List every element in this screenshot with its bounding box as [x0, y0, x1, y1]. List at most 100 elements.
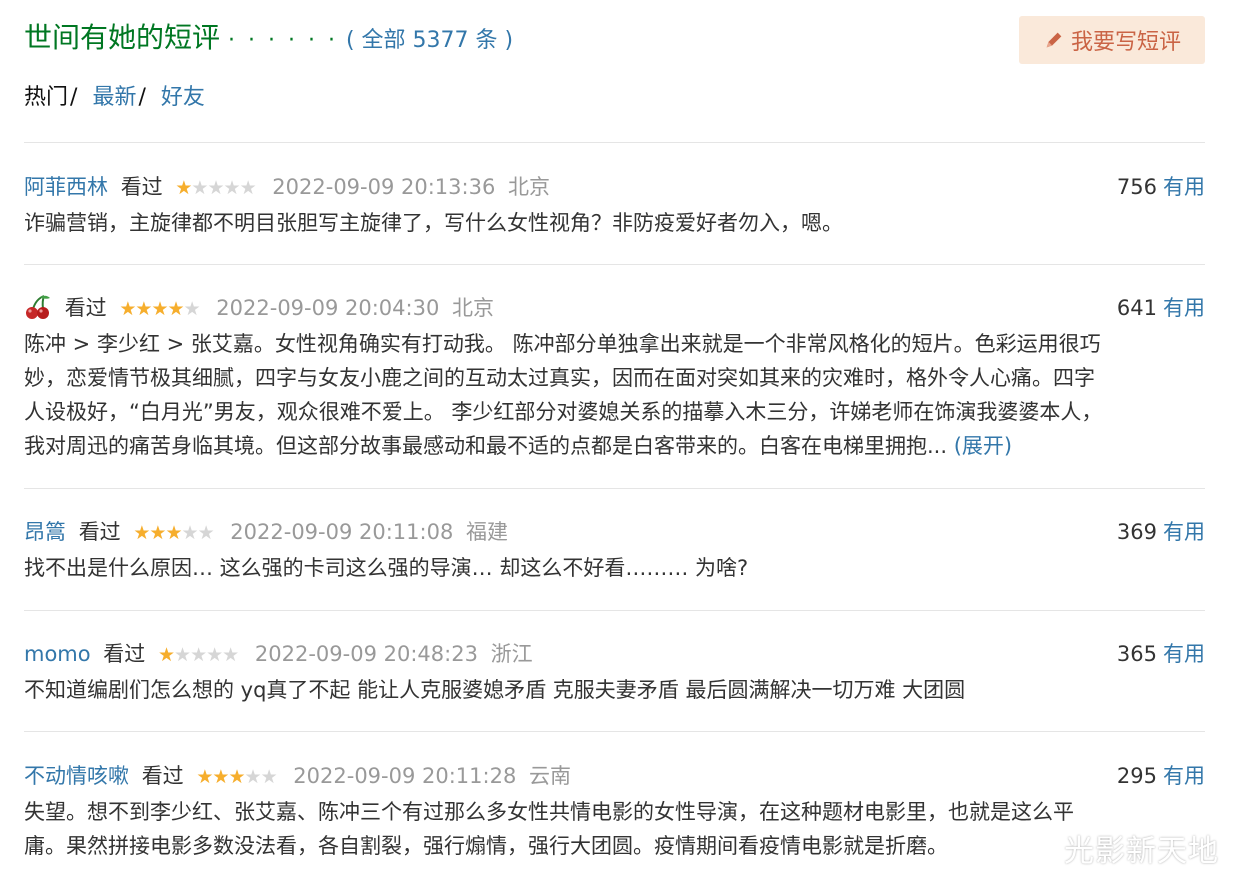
- comment-location: 浙江: [490, 642, 533, 666]
- divider: [24, 488, 1205, 489]
- vote-area: 369 有用: [1117, 515, 1205, 549]
- divider: [24, 731, 1205, 732]
- star-empty-icon: ★: [206, 644, 224, 666]
- comment-author[interactable]: 昂篙: [24, 520, 66, 544]
- rating-stars: ★★★★★: [175, 170, 256, 205]
- comment-meta: 阿菲西林 看过 ★★★★★ 2022-09-09 20:13:36 北京 756…: [24, 170, 1205, 204]
- vote-count: 365: [1116, 642, 1157, 666]
- star-empty-icon: ★: [260, 766, 278, 788]
- title-row: 世间有她的短评 · · · · · · ( 全部 5377 条 ): [24, 20, 513, 56]
- sort-tabs: 热门/ 最新/ 好友: [24, 84, 205, 112]
- star-empty-icon: ★: [197, 522, 215, 544]
- star-empty-icon: ★: [191, 177, 209, 199]
- rating-stars: ★★★★★: [133, 515, 215, 550]
- comment-text: 诈骗营销，主旋律都不明目张胆写主旋律了，写什么女性视角？非防疫爱好者勿入，嗯。: [24, 211, 843, 235]
- comment-meta: 不动情咳嗽 看过 ★★★★★ 2022-09-09 20:11:28 云南 29…: [24, 759, 1205, 793]
- vote-area: 365 有用: [1117, 637, 1205, 671]
- expand-link[interactable]: (展开): [954, 434, 1012, 458]
- star-filled-icon: ★: [157, 644, 176, 666]
- pencil-icon: [1046, 32, 1062, 48]
- comment-text: 找不出是什么原因… 这么强的卡司这么强的导演… 却这么不好看……… 为啥?: [24, 556, 749, 580]
- comment-location: 北京: [452, 296, 495, 320]
- vote-area: 756 有用: [1117, 170, 1205, 204]
- comment-text-line: 人设极好，“白月光”男友，观众很难不爱上。 李少红部分对婆媳关系的描摹入木三分，…: [24, 400, 1103, 424]
- comment-author[interactable]: 不动情咳嗽: [24, 764, 129, 788]
- comment-text-line: 我对周迅的痛苦身临其境。但这部分故事最感动和最不适的点都是白客带来的。白客在电梯…: [24, 429, 1205, 463]
- star-empty-icon: ★: [244, 766, 262, 788]
- star-empty-icon: ★: [190, 644, 208, 666]
- star-empty-icon: ★: [183, 298, 201, 320]
- comment-author[interactable]: 阿菲西林: [24, 175, 108, 199]
- total-count-link[interactable]: ( 全部 5377 条 ): [346, 22, 513, 54]
- star-empty-icon: ★: [222, 644, 240, 666]
- comment-time: 2022-09-09 20:04:30: [216, 296, 440, 320]
- comment-time: 2022-09-09 20:11:08: [230, 520, 454, 544]
- comment-time: 2022-09-09 20:13:36: [272, 175, 496, 199]
- vote-area: 295 有用: [1117, 759, 1205, 793]
- comment-location: 福建: [466, 520, 509, 544]
- comment-text: 陈冲 > 李少红 > 张艾嘉。女性视角确实有打动我。 陈冲部分单独拿出来就是一个…: [24, 327, 1205, 463]
- star-filled-icon: ★: [165, 522, 183, 544]
- comment-text-line: 失望。想不到李少红、张艾嘉、陈冲三个有过那么多女性共情电影的女性导演，在这种题材…: [24, 800, 1074, 824]
- cherry-icon[interactable]: [24, 293, 52, 321]
- vote-count: 756: [1116, 175, 1157, 199]
- divider: [24, 264, 1205, 265]
- watermark: 光影新天地: [1064, 834, 1219, 869]
- comment-text-line: 妙，恋爱情节极其细腻，四字与女友小鹿之间的互动太过真实，因而在面对突如其来的灾难…: [24, 366, 1095, 390]
- star-filled-icon: ★: [175, 177, 193, 199]
- comment-time: 2022-09-09 20:11:28: [293, 764, 517, 788]
- star-filled-icon: ★: [228, 766, 246, 788]
- watch-status: 看过: [64, 296, 107, 320]
- star-filled-icon: ★: [119, 298, 137, 320]
- comment-text-line: 陈冲 > 李少红 > 张艾嘉。女性视角确实有打动我。 陈冲部分单独拿出来就是一个…: [24, 332, 1101, 356]
- comment-author[interactable]: momo: [24, 642, 91, 666]
- watch-status: 看过: [103, 642, 146, 666]
- rating-stars: ★★★★★: [119, 291, 201, 326]
- star-filled-icon: ★: [135, 298, 153, 320]
- watch-status: 看过: [78, 520, 121, 544]
- watch-status: 看过: [120, 175, 163, 199]
- divider: [24, 142, 1205, 143]
- useful-button[interactable]: 有用: [1163, 175, 1205, 199]
- comment-meta: 看过 ★★★★★ 2022-09-09 20:04:30 北京 641 有用: [24, 291, 1205, 325]
- tab-friends[interactable]: 好友: [161, 85, 205, 110]
- star-filled-icon: ★: [212, 766, 230, 788]
- title-dots: · · · · · ·: [228, 28, 338, 53]
- comments-header: 世间有她的短评 · · · · · · ( 全部 5377 条 ) 我要写短评: [24, 0, 1205, 80]
- comment-meta: momo 看过 ★★★★★ 2022-09-09 20:48:23 浙江 365…: [24, 637, 1205, 671]
- comment-text: 失望。想不到李少红、张艾嘉、陈冲三个有过那么多女性共情电影的女性导演，在这种题材…: [24, 795, 1205, 863]
- comment-text-line-content: 我对周迅的痛苦身临其境。但这部分故事最感动和最不适的点都是白客带来的。白客在电梯…: [24, 434, 948, 458]
- vote-count: 641: [1116, 296, 1157, 320]
- star-empty-icon: ★: [223, 177, 241, 199]
- star-filled-icon: ★: [196, 766, 214, 788]
- useful-button[interactable]: 有用: [1163, 296, 1205, 320]
- useful-button[interactable]: 有用: [1163, 764, 1205, 788]
- star-filled-icon: ★: [151, 298, 169, 320]
- tab-separator: /: [70, 85, 78, 110]
- vote-count: 295: [1116, 764, 1157, 788]
- write-review-label: 我要写短评: [1070, 30, 1181, 55]
- comment-location: 云南: [529, 764, 572, 788]
- star-filled-icon: ★: [133, 522, 151, 544]
- divider: [24, 610, 1205, 611]
- comment-meta: 昂篙 看过 ★★★★★ 2022-09-09 20:11:08 福建 369 有用: [24, 515, 1205, 549]
- comment-item: 不动情咳嗽 看过 ★★★★★ 2022-09-09 20:11:28 云南 29…: [24, 759, 1205, 863]
- tab-hot[interactable]: 热门: [24, 85, 68, 110]
- star-filled-icon: ★: [167, 298, 185, 320]
- useful-button[interactable]: 有用: [1163, 642, 1205, 666]
- vote-area: 641 有用: [1117, 291, 1205, 325]
- comment-item: 昂篙 看过 ★★★★★ 2022-09-09 20:11:08 福建 369 有用…: [24, 515, 1205, 585]
- comment-item: 阿菲西林 看过 ★★★★★ 2022-09-09 20:13:36 北京 756…: [24, 170, 1205, 240]
- comment-item: momo 看过 ★★★★★ 2022-09-09 20:48:23 浙江 365…: [24, 637, 1205, 707]
- comment-text-line: 庸。果然拼接电影多数没法看，各自割裂，强行煽情，强行大团圆。疫情期间看疫情电影就…: [24, 834, 948, 858]
- star-filled-icon: ★: [149, 522, 167, 544]
- useful-button[interactable]: 有用: [1163, 520, 1205, 544]
- tab-separator: /: [138, 85, 146, 110]
- page-title: 世间有她的短评: [24, 21, 221, 54]
- comments-panel: 世间有她的短评 · · · · · · ( 全部 5377 条 ) 我要写短评 …: [24, 0, 1205, 858]
- rating-stars: ★★★★★: [157, 637, 240, 672]
- vote-count: 369: [1116, 520, 1157, 544]
- tab-latest[interactable]: 最新: [92, 85, 136, 110]
- write-review-button[interactable]: 我要写短评: [1019, 16, 1205, 64]
- comment-time: 2022-09-09 20:48:23: [254, 642, 478, 666]
